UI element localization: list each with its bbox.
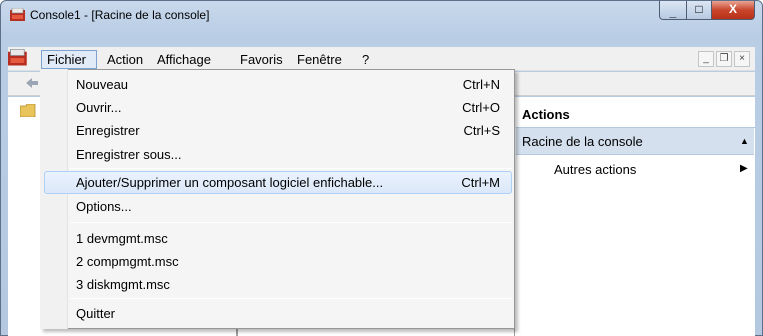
menu-item-label: 3 diskmgmt.msc — [76, 277, 170, 292]
menu-item-label: Ouvrir... — [76, 100, 122, 115]
menu-fichier[interactable]: Fichier — [41, 50, 97, 69]
menu-affichage[interactable]: Affichage — [153, 50, 215, 69]
actions-section-label[interactable]: Racine de la console — [522, 134, 643, 149]
submenu-arrow-icon: ▶ — [740, 163, 748, 174]
back-arrow-icon[interactable] — [26, 78, 38, 88]
close-icon: X — [728, 2, 737, 16]
title-bar[interactable]: Console1 - [Racine de la console] _ □ X — [0, 0, 761, 30]
menu-help[interactable]: ? — [358, 50, 373, 69]
menu-item-ouvrir[interactable]: Ouvrir... Ctrl+O — [41, 97, 514, 119]
maximize-button[interactable]: □ — [686, 1, 712, 20]
menu-separator — [70, 222, 512, 223]
menu-action[interactable]: Action — [103, 50, 147, 69]
mdi-restore-button[interactable]: ❐ — [716, 51, 732, 67]
actions-title: Actions — [522, 107, 570, 122]
mmc-console-icon[interactable] — [8, 49, 28, 67]
more-actions-link[interactable]: Autres actions — [554, 162, 636, 177]
menu-item-label: Ajouter/Supprimer un composant logiciel … — [76, 175, 384, 190]
collapse-up-icon[interactable]: ▲ — [740, 136, 749, 146]
minimize-button[interactable]: _ — [659, 1, 687, 20]
menu-item-label: Enregistrer — [76, 123, 140, 138]
menu-item-ajouter-supprimer[interactable]: Ajouter/Supprimer un composant logiciel … — [41, 172, 514, 194]
folder-icon[interactable] — [20, 104, 36, 117]
menu-item-label: Options... — [76, 199, 132, 214]
menu-bar: Fichier Action Affichage Favoris Fenêtre… — [8, 47, 755, 71]
menu-item-enregistrer[interactable]: Enregistrer Ctrl+S — [41, 120, 514, 142]
close-button[interactable]: X — [711, 1, 755, 20]
menu-separator — [70, 168, 512, 169]
menu-item-shortcut: Ctrl+N — [462, 77, 500, 92]
menu-item-label: 2 compmgmt.msc — [76, 254, 179, 269]
menu-item-options[interactable]: Options... — [41, 196, 514, 218]
menu-item-nouveau[interactable]: Nouveau Ctrl+N — [41, 74, 514, 96]
menu-separator — [70, 298, 512, 299]
menu-item-recent-1[interactable]: 1 devmgmt.msc — [41, 228, 514, 250]
window-title: Console1 - [Racine de la console] — [30, 8, 210, 22]
menu-item-label: Enregistrer sous... — [76, 147, 182, 162]
menu-item-shortcut: Ctrl+O — [462, 100, 500, 115]
menu-favoris[interactable]: Favoris — [236, 50, 287, 69]
mdi-close-button[interactable]: × — [734, 51, 750, 67]
menu-item-label: Quitter — [76, 306, 116, 321]
maximize-icon: □ — [695, 2, 703, 16]
menu-item-recent-2[interactable]: 2 compmgmt.msc — [41, 251, 514, 273]
menu-item-label: Nouveau — [76, 77, 129, 92]
menu-item-shortcut: Ctrl+M — [461, 175, 500, 190]
minimize-icon: _ — [669, 5, 677, 19]
menu-item-quitter[interactable]: Quitter — [41, 303, 514, 325]
mmc-console-icon — [10, 8, 25, 21]
menu-item-enregistrer-sous[interactable]: Enregistrer sous... — [41, 144, 514, 166]
menu-fenetre[interactable]: Fenêtre — [293, 50, 346, 69]
menu-item-recent-3[interactable]: 3 diskmgmt.msc — [41, 274, 514, 296]
menu-item-shortcut: Ctrl+S — [463, 123, 500, 138]
mdi-minimize-button[interactable]: _ — [698, 51, 714, 67]
menu-item-label: 1 devmgmt.msc — [76, 231, 168, 246]
